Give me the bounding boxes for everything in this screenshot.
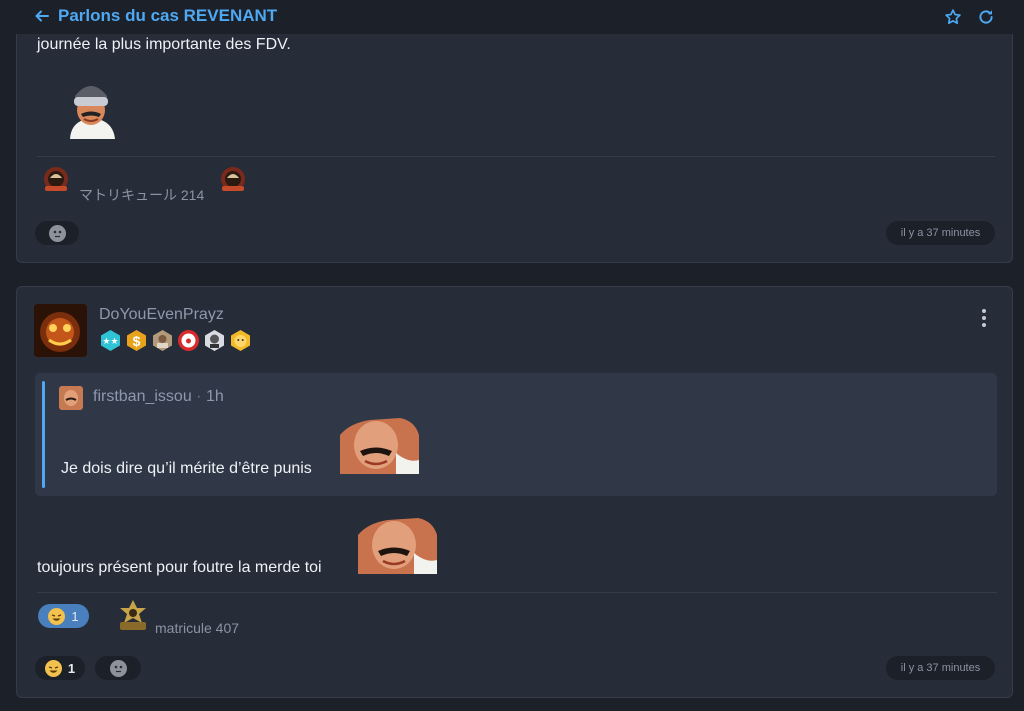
quote-block[interactable]: firstban_issou · 1h Je dois dire qu’il m…	[35, 373, 997, 496]
emoji-badge	[231, 330, 250, 351]
cycling-helmet-sticker	[67, 78, 117, 139]
svg-text:★★: ★★	[102, 336, 118, 346]
reaction-button[interactable]	[35, 221, 79, 245]
risitas-sticker	[358, 515, 437, 574]
quote-avatar	[59, 386, 83, 410]
quote-author[interactable]: firstban_issou · 1h	[93, 388, 224, 406]
risitas-sticker	[340, 415, 419, 474]
face-badge	[205, 330, 224, 351]
laughing-face-icon	[48, 607, 66, 625]
timestamp: il y a 37 minutes	[886, 221, 995, 245]
badge-list: ★★ $	[99, 329, 252, 352]
emblem-icon	[44, 167, 68, 191]
star-emblem-icon	[120, 600, 146, 630]
post-card: DoYouEvenPrayz ★★ $ firstban_issou · 1h …	[16, 286, 1013, 698]
signature-text: matricule 407	[155, 620, 240, 636]
refresh-icon[interactable]	[977, 8, 995, 26]
post-text: journée la plus importante des FDV.	[37, 36, 291, 53]
emblem-icon	[221, 167, 245, 191]
post-card: journée la plus importante des FDV. マトリキ…	[16, 20, 1013, 263]
timestamp: il y a 37 minutes	[886, 656, 995, 680]
reaction-button[interactable]: 1	[35, 656, 85, 680]
more-options-icon[interactable]	[979, 308, 989, 328]
quote-bar	[42, 381, 45, 488]
page-title[interactable]: Parlons du cas REVENANT	[58, 6, 277, 26]
divider	[37, 156, 995, 157]
svg-text:$: $	[133, 333, 141, 349]
dollar-badge: $	[127, 330, 146, 351]
divider	[37, 592, 997, 593]
post-text: toujours présent pour foutre la merde to…	[37, 559, 322, 576]
reaction-button[interactable]	[95, 656, 141, 680]
signature-reaction-button[interactable]: 1	[38, 604, 89, 628]
signature-text: マトリキュール 214	[79, 187, 205, 203]
neutral-face-icon	[109, 659, 127, 677]
photo-badge	[153, 330, 172, 351]
quote-text: Je dois dire qu’il mérite d’être punis	[61, 460, 312, 477]
top-bar: Parlons du cas REVENANT	[0, 0, 1024, 34]
neutral-face-icon	[48, 224, 66, 242]
clown-badge	[178, 330, 199, 351]
stars-badge: ★★	[101, 330, 120, 351]
username[interactable]: DoYouEvenPrayz	[99, 306, 224, 324]
arrow-left-icon[interactable]	[34, 8, 50, 24]
laughing-face-icon	[44, 659, 62, 677]
avatar[interactable]	[34, 304, 87, 357]
star-icon[interactable]	[944, 8, 962, 26]
